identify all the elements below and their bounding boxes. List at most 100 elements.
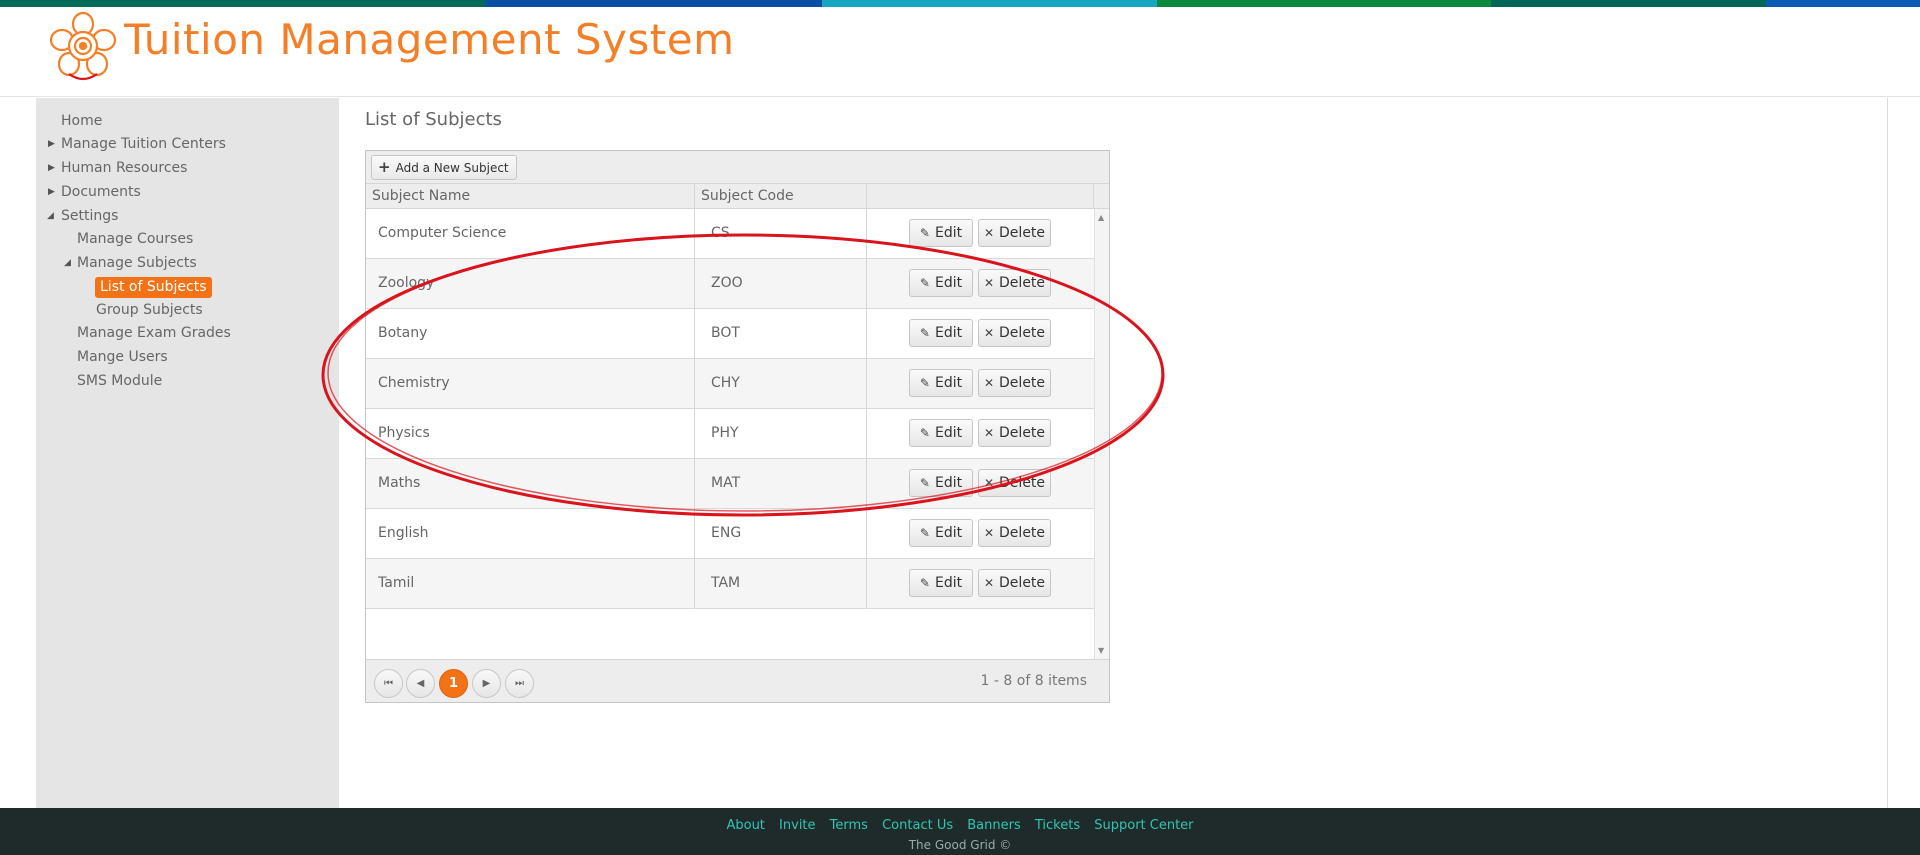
- strip-segment: [1157, 0, 1491, 7]
- sidebar-item-manage-courses[interactable]: Manage Courses: [77, 230, 193, 248]
- column-header-subject-name[interactable]: Subject Name: [366, 184, 695, 209]
- first-page-button[interactable]: ⏮: [374, 669, 403, 698]
- table-row[interactable]: Computer Science CS ✎ Edit ✕ Delete: [366, 209, 1094, 259]
- scroll-down-icon[interactable]: ▼: [1098, 646, 1104, 655]
- pencil-icon: ✎: [919, 426, 930, 440]
- close-icon: ✕: [983, 526, 995, 540]
- sidebar-item-manage-exam-grades[interactable]: Manage Exam Grades: [77, 324, 231, 342]
- footer-link-about[interactable]: About: [726, 818, 764, 833]
- subject-code-cell: PHY: [695, 409, 867, 459]
- sidebar-item-documents[interactable]: Documents: [61, 183, 141, 201]
- strip-segment: [1491, 0, 1766, 7]
- edit-label: Edit: [934, 325, 963, 341]
- pencil-icon: ✎: [919, 526, 930, 540]
- delete-button[interactable]: ✕ Delete: [978, 569, 1051, 597]
- edit-button[interactable]: ✎ Edit: [909, 419, 973, 447]
- subject-name-cell: Zoology: [366, 259, 695, 309]
- content-right-border: [1887, 98, 1888, 808]
- sidebar-item-human-resources[interactable]: Human Resources: [61, 159, 187, 177]
- delete-button[interactable]: ✕ Delete: [978, 519, 1051, 547]
- strip-segment: [1766, 0, 1920, 7]
- edit-button[interactable]: ✎ Edit: [909, 269, 973, 297]
- table-row[interactable]: Physics PHY ✎ Edit ✕ Delete: [366, 409, 1094, 459]
- actions-cell: ✎ Edit ✕ Delete: [867, 259, 1094, 309]
- footer-link-invite[interactable]: Invite: [779, 818, 815, 833]
- delete-button[interactable]: ✕ Delete: [978, 319, 1051, 347]
- edit-button[interactable]: ✎ Edit: [909, 469, 973, 497]
- table-row[interactable]: Chemistry CHY ✎ Edit ✕ Delete: [366, 359, 1094, 409]
- table-row[interactable]: English ENG ✎ Edit ✕ Delete: [366, 509, 1094, 559]
- pencil-icon: ✎: [919, 326, 930, 340]
- add-subject-label: Add a New Subject: [395, 160, 509, 175]
- flower-logo-icon[interactable]: [49, 10, 117, 86]
- pencil-icon: ✎: [919, 226, 930, 240]
- subject-name-cell: Chemistry: [366, 359, 695, 409]
- delete-label: Delete: [999, 475, 1046, 491]
- sidebar-item-group-subjects[interactable]: Group Subjects: [96, 301, 203, 319]
- close-icon: ✕: [983, 476, 995, 490]
- delete-button[interactable]: ✕ Delete: [978, 219, 1051, 247]
- footer-link-banners[interactable]: Banners: [967, 818, 1020, 833]
- sidebar-item-settings[interactable]: Settings: [61, 207, 118, 225]
- actions-cell: ✎ Edit ✕ Delete: [867, 459, 1094, 509]
- delete-button[interactable]: ✕ Delete: [978, 269, 1051, 297]
- sidebar-item-list-of-subjects[interactable]: List of Subjects: [95, 277, 212, 298]
- plus-icon: +: [378, 158, 391, 176]
- subject-name-cell: Maths: [366, 459, 695, 509]
- add-subject-button[interactable]: + Add a New Subject: [371, 155, 517, 180]
- strip-segment: [485, 0, 822, 7]
- caret-down-icon[interactable]: ◢: [64, 254, 71, 272]
- caret-down-icon[interactable]: ◢: [47, 207, 54, 225]
- grid-pager: ⏮ ◀ 1 ▶ ⏭ 1 - 8 of 8 items: [366, 659, 1109, 702]
- footer-copyright: The Good Grid ©: [908, 838, 1012, 852]
- sidebar-item-home[interactable]: Home: [61, 112, 102, 130]
- previous-page-icon: ◀: [416, 678, 425, 689]
- sidebar-item-manage-subjects[interactable]: Manage Subjects: [77, 254, 197, 272]
- footer-link-terms[interactable]: Terms: [830, 818, 868, 833]
- grid-header: Subject Name Subject Code: [366, 184, 1109, 209]
- edit-button[interactable]: ✎ Edit: [909, 569, 973, 597]
- edit-button[interactable]: ✎ Edit: [909, 219, 973, 247]
- edit-button[interactable]: ✎ Edit: [909, 519, 973, 547]
- footer-link-contact-us[interactable]: Contact Us: [882, 818, 953, 833]
- actions-cell: ✎ Edit ✕ Delete: [867, 359, 1094, 409]
- scroll-up-icon[interactable]: ▲: [1098, 213, 1104, 222]
- footer-link-support-center[interactable]: Support Center: [1094, 818, 1193, 833]
- next-page-button[interactable]: ▶: [472, 669, 501, 698]
- vertical-scrollbar[interactable]: ▲ ▼: [1094, 209, 1109, 659]
- edit-button[interactable]: ✎ Edit: [909, 319, 973, 347]
- table-row[interactable]: Tamil TAM ✎ Edit ✕ Delete: [366, 559, 1094, 609]
- delete-button[interactable]: ✕ Delete: [978, 469, 1051, 497]
- pencil-icon: ✎: [919, 476, 930, 490]
- last-page-button[interactable]: ⏭: [505, 669, 534, 698]
- delete-button[interactable]: ✕ Delete: [978, 419, 1051, 447]
- caret-right-icon[interactable]: ▶: [48, 135, 55, 153]
- subject-code-cell: CS: [695, 209, 867, 259]
- delete-button[interactable]: ✕ Delete: [978, 369, 1051, 397]
- subject-name-cell: Botany: [366, 309, 695, 359]
- sidebar: Home ▶ Manage Tuition Centers ▶ Human Re…: [36, 98, 339, 808]
- close-icon: ✕: [983, 226, 995, 240]
- subject-name-cell: Physics: [366, 409, 695, 459]
- table-row[interactable]: Zoology ZOO ✎ Edit ✕ Delete: [366, 259, 1094, 309]
- delete-label: Delete: [999, 425, 1046, 441]
- subject-name-cell: Tamil: [366, 559, 695, 609]
- delete-label: Delete: [999, 325, 1046, 341]
- column-header-subject-code[interactable]: Subject Code: [695, 184, 867, 209]
- caret-right-icon[interactable]: ▶: [48, 183, 55, 201]
- table-row[interactable]: Maths MAT ✎ Edit ✕ Delete: [366, 459, 1094, 509]
- edit-button[interactable]: ✎ Edit: [909, 369, 973, 397]
- caret-right-icon[interactable]: ▶: [48, 159, 55, 177]
- sidebar-item-sms-module[interactable]: SMS Module: [77, 372, 162, 390]
- current-page-button[interactable]: 1: [439, 669, 468, 698]
- sidebar-item-mange-users[interactable]: Mange Users: [77, 348, 168, 366]
- sidebar-item-manage-tuition-centers[interactable]: Manage Tuition Centers: [61, 135, 226, 153]
- previous-page-button[interactable]: ◀: [406, 669, 435, 698]
- delete-label: Delete: [999, 375, 1046, 391]
- close-icon: ✕: [983, 326, 995, 340]
- footer-link-tickets[interactable]: Tickets: [1035, 818, 1080, 833]
- table-row[interactable]: Botany BOT ✎ Edit ✕ Delete: [366, 309, 1094, 359]
- delete-label: Delete: [999, 525, 1046, 541]
- app-header: Tuition Management System: [0, 7, 1920, 97]
- close-icon: ✕: [983, 576, 995, 590]
